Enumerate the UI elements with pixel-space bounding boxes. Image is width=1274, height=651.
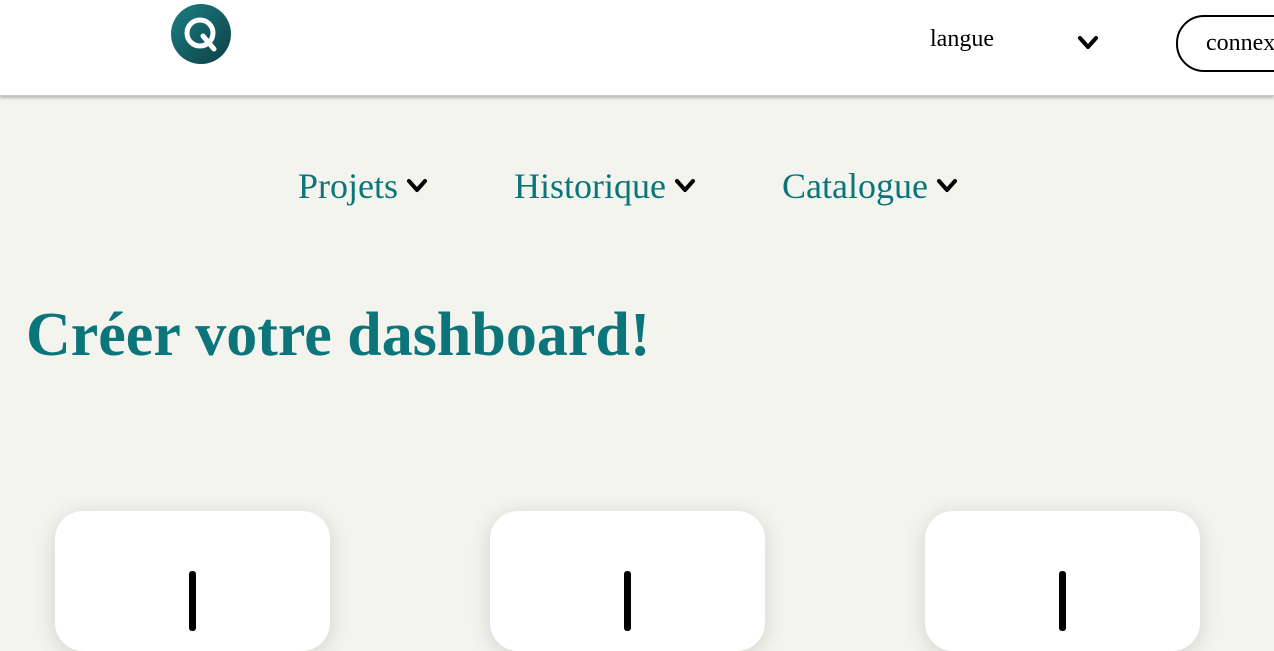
nav-item-label: Historique [514,166,666,206]
nav-item-historique[interactable]: Historique [514,166,696,206]
add-dashboard-card[interactable] [925,511,1200,651]
nav-item-catalogue[interactable]: Catalogue [782,166,958,206]
language-label[interactable]: langue [930,26,994,53]
chevron-down-icon[interactable] [1077,34,1099,52]
q-logo-icon[interactable] [170,3,232,65]
nav-item-label: Projets [298,166,399,206]
add-dashboard-card[interactable] [55,511,330,651]
connect-button[interactable]: connexion [1176,15,1274,72]
chevron-down-icon [407,179,428,192]
plus-icon [1059,571,1066,631]
chevron-down-icon [674,179,695,192]
top-header: langue connexion [0,0,1274,96]
plus-icon [189,571,196,631]
chevron-down-icon [936,179,957,192]
nav-item-label: Catalogue [782,166,928,206]
add-dashboard-card[interactable] [490,511,765,651]
nav-item-projets[interactable]: Projets [298,166,428,206]
page-title: Créer votre dashboard! [26,301,651,369]
plus-icon [624,571,631,631]
